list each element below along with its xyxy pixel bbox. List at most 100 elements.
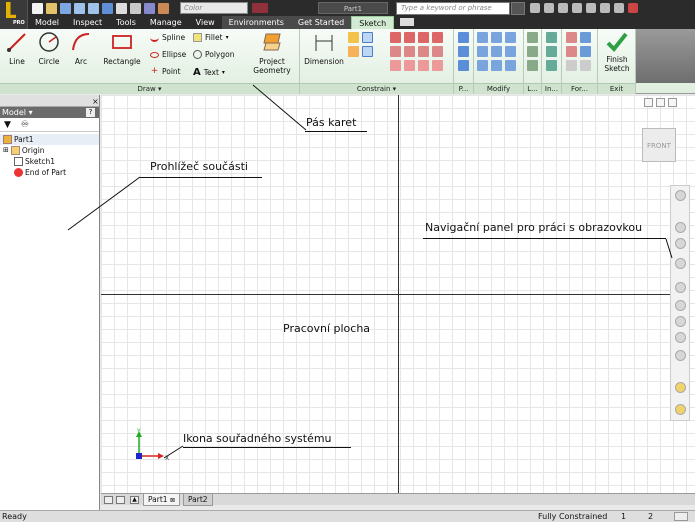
tree-item-sketch[interactable]: Sketch1 [0, 156, 99, 167]
insert-acad-icon[interactable] [546, 60, 557, 71]
copy-icon[interactable] [477, 46, 488, 57]
show-constraints-icon[interactable] [362, 32, 373, 43]
appearance-clear-icon[interactable] [252, 3, 268, 13]
point-button[interactable]: + Point [150, 67, 181, 77]
offset-icon[interactable] [505, 60, 516, 71]
mirror-icon[interactable] [458, 60, 469, 71]
look-at-icon[interactable] [675, 282, 686, 293]
filter-icon[interactable]: ▼ [4, 120, 11, 130]
binoculars-icon[interactable] [530, 3, 540, 13]
view-face-icon[interactable] [675, 382, 686, 393]
ribbon-minimize-toggle[interactable] [400, 18, 415, 26]
tree-item-origin[interactable]: ⊞ Origin [0, 145, 99, 156]
tab-view[interactable]: View [189, 16, 222, 29]
project-geometry-button[interactable]: Project Geometry [250, 31, 294, 75]
line-button[interactable]: Line [0, 31, 34, 66]
polygon-button[interactable]: Polygon [193, 50, 234, 59]
undo-icon[interactable] [74, 2, 85, 14]
doc-tab-part2[interactable]: Part2 [183, 494, 213, 506]
tree-item-end-of-part[interactable]: End of Part [0, 167, 99, 178]
create-block-icon[interactable] [527, 60, 538, 71]
slice-graphics-icon[interactable] [675, 404, 686, 415]
expand-icon[interactable]: ⊞ [3, 145, 9, 156]
window-restore-icon[interactable] [656, 98, 665, 107]
format-panel-title[interactable]: For... [562, 83, 597, 94]
dimension-button[interactable]: Dimension [304, 31, 344, 66]
rectangle-button[interactable]: Rectangle [102, 31, 142, 66]
new-icon[interactable] [32, 2, 43, 14]
tab-tools[interactable]: Tools [109, 16, 143, 29]
viewcube[interactable]: FRONT [642, 128, 676, 162]
steering-wheel-icon[interactable] [675, 190, 686, 201]
show-format-icon[interactable] [566, 60, 577, 71]
doc-list-icon[interactable]: ▲ [130, 496, 139, 504]
insert-points-icon[interactable] [546, 46, 557, 57]
update-icon[interactable] [130, 2, 141, 14]
equal-constraint-icon[interactable] [418, 60, 429, 71]
rectangular-pattern-icon[interactable] [458, 32, 469, 43]
orbit-icon[interactable] [675, 258, 686, 269]
auto-dimension-icon[interactable] [348, 32, 359, 43]
zoom-window-icon[interactable] [675, 316, 686, 327]
window-minimize-icon[interactable] [644, 98, 653, 107]
circular-pattern-icon[interactable] [458, 46, 469, 57]
help-search-input[interactable]: Type a keyword or phrase [396, 2, 510, 15]
symmetric-constraint-icon[interactable] [432, 60, 443, 71]
tab-get-started[interactable]: Get Started [290, 16, 352, 29]
text-dropdown-icon[interactable]: ▾ [222, 69, 225, 76]
close-icon[interactable] [628, 3, 638, 13]
zoom-all-icon[interactable] [675, 300, 686, 311]
driven-dimension-icon[interactable] [580, 46, 591, 57]
smooth-constraint-icon[interactable] [432, 32, 443, 43]
make-components-icon[interactable] [527, 46, 538, 57]
browser-help-icon[interactable]: ? [86, 108, 95, 117]
tab-environments[interactable]: Environments [221, 16, 291, 29]
rotate-icon[interactable] [477, 60, 488, 71]
extend-icon[interactable] [491, 46, 502, 57]
move-icon[interactable] [477, 32, 488, 43]
collinear-constraint-icon[interactable] [404, 46, 415, 57]
zoom-icon[interactable] [675, 238, 686, 249]
coincident-constraint-icon[interactable] [390, 46, 401, 57]
search-icon[interactable] [511, 2, 525, 15]
tab-model[interactable]: Model [28, 16, 66, 29]
save-icon[interactable] [60, 2, 71, 14]
tangent-constraint-icon[interactable] [418, 32, 429, 43]
color-dropdown[interactable]: Color [180, 2, 248, 14]
tab-manage[interactable]: Manage [143, 16, 189, 29]
exit-panel-title[interactable]: Exit [598, 83, 635, 94]
home-icon[interactable] [102, 2, 113, 14]
circle-button[interactable]: Circle [32, 31, 66, 66]
constraint-settings-icon[interactable] [348, 46, 359, 57]
minimize-icon[interactable] [600, 3, 610, 13]
free-orbit-icon[interactable] [675, 350, 686, 361]
spline-button[interactable]: Spline [150, 33, 185, 42]
find-binoculars-icon[interactable]: ♾ [21, 120, 29, 130]
scale-icon[interactable] [505, 32, 516, 43]
tools-icon[interactable] [558, 3, 568, 13]
vertical-constraint-icon[interactable] [432, 46, 443, 57]
split-icon[interactable] [491, 60, 502, 71]
open-icon[interactable] [46, 2, 57, 14]
maximize-icon[interactable] [614, 3, 624, 13]
zoom-selected-icon[interactable] [675, 332, 686, 343]
horizontal-constraint-icon[interactable] [418, 46, 429, 57]
tab-sketch[interactable]: Sketch [351, 16, 395, 29]
pan-icon[interactable] [675, 222, 686, 233]
fillet-button[interactable]: Fillet ▾ [193, 33, 229, 42]
arc-button[interactable]: Arc [64, 31, 98, 66]
select-icon[interactable] [116, 2, 127, 14]
browser-header[interactable]: Model ▾ ? [0, 107, 99, 118]
star-icon[interactable] [572, 3, 582, 13]
tree-item-part[interactable]: Part1 [0, 134, 99, 145]
application-menu-button[interactable]: PRO [0, 0, 28, 30]
cascade-windows-icon[interactable] [116, 496, 125, 504]
status-grip-icon[interactable] [674, 512, 688, 521]
center-point-icon[interactable] [566, 46, 577, 57]
concentric-constraint-icon[interactable] [390, 60, 401, 71]
browser-close-icon[interactable]: × [92, 97, 99, 106]
pattern-panel-title[interactable]: P... [454, 83, 473, 94]
stretch-icon[interactable] [505, 46, 516, 57]
relax-mode-icon[interactable] [362, 46, 373, 57]
centerline-icon[interactable] [580, 32, 591, 43]
